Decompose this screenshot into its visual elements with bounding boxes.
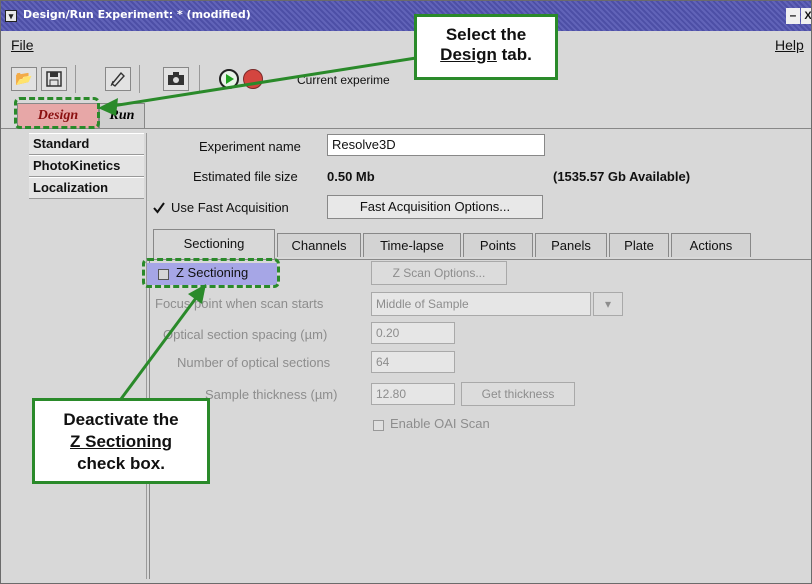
arrow-to-design-tab	[111, 56, 417, 108]
deactivate-z-sectioning-callout: Deactivate the Z Sectioning check box.	[32, 398, 210, 484]
callout-line: check box.	[77, 454, 165, 473]
callout-keyword: Design	[440, 45, 497, 64]
select-design-callout: Select the Design tab.	[414, 14, 558, 80]
callout-line: Design tab.	[417, 45, 555, 65]
design-tab-highlight	[14, 97, 100, 129]
callout-keyword: Z Sectioning	[70, 432, 172, 451]
arrowhead-icon	[98, 98, 118, 116]
callout-line: Z Sectioning	[35, 431, 207, 453]
callout-line: Select the	[445, 25, 527, 44]
arrow-to-z-sectioning	[116, 297, 198, 404]
callout-line: Deactivate the	[63, 410, 179, 429]
annotation-arrows	[98, 56, 417, 404]
callout-text: tab.	[496, 45, 532, 64]
z-sectioning-outline	[142, 258, 280, 288]
